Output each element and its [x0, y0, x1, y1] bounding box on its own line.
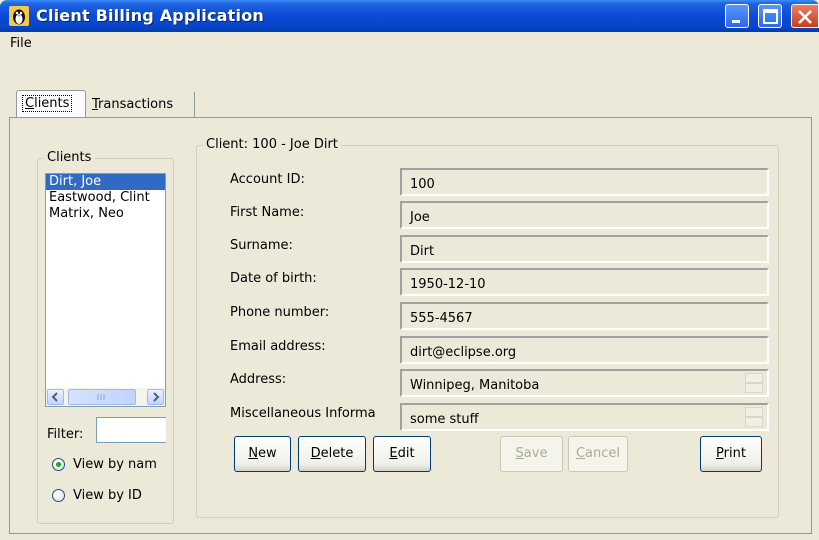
view-by-name-label[interactable]: View by nam [73, 457, 157, 472]
phone-number-label: Phone number: [230, 305, 330, 320]
surname-label: Surname: [230, 238, 293, 253]
scroll-right-icon [153, 392, 160, 402]
misc-info-value: some stuff [410, 412, 479, 427]
account-id-field[interactable]: 100 [400, 168, 769, 196]
close-icon [798, 10, 812, 24]
surname-field[interactable]: Dirt [400, 235, 769, 263]
cancel-button[interactable]: Cancel [568, 436, 628, 472]
misc-info-scroll-arrows[interactable] [745, 407, 763, 427]
filter-input[interactable] [96, 417, 166, 443]
date-of-birth-field[interactable]: 1950-12-10 [400, 268, 769, 296]
grip-icon [97, 394, 105, 400]
tab-clients-label: Clients [22, 95, 73, 112]
delete-button[interactable]: Delete [298, 436, 366, 472]
window-title: Client Billing Application [36, 6, 264, 25]
view-by-id-label[interactable]: View by ID [73, 488, 142, 503]
email-address-field[interactable]: dirt@eclipse.org [400, 336, 769, 364]
misc-info-label: Miscellaneous Informa [230, 406, 376, 421]
edit-button[interactable]: Edit [373, 436, 431, 472]
clients-list[interactable]: Dirt, Joe Eastwood, Clint Matrix, Neo [45, 173, 166, 407]
address-textarea[interactable]: Winnipeg, Manitoba [400, 369, 769, 397]
view-by-id-radio[interactable] [52, 489, 65, 502]
minimize-icon [732, 20, 740, 23]
maximize-button[interactable] [758, 4, 782, 28]
phone-number-field[interactable]: 555-4567 [400, 302, 769, 330]
new-button[interactable]: New [234, 436, 291, 472]
address-scroll-arrows[interactable] [745, 373, 763, 393]
list-item[interactable]: Matrix, Neo [46, 206, 165, 222]
misc-info-textarea[interactable]: some stuff [400, 403, 769, 431]
tab-transactions-label: Transactions [92, 97, 174, 112]
address-label: Address: [230, 372, 287, 387]
view-by-name-radio[interactable] [52, 458, 65, 471]
clients-group-legend: Clients [44, 150, 95, 165]
first-name-label: First Name: [230, 205, 305, 220]
address-value: Winnipeg, Manitoba [410, 378, 540, 393]
maximize-icon [763, 9, 778, 24]
minimize-button[interactable] [725, 4, 749, 28]
email-address-label: Email address: [230, 339, 326, 354]
penguin-app-icon [9, 6, 29, 26]
account-id-label: Account ID: [230, 172, 305, 187]
list-item[interactable]: Eastwood, Clint [46, 190, 165, 206]
first-name-field[interactable]: Joe [400, 201, 769, 229]
date-of-birth-label: Date of birth: [230, 271, 317, 286]
tab-transactions[interactable]: Transactions [87, 92, 195, 118]
tab-clients[interactable]: Clients [16, 90, 86, 118]
scroll-left-button[interactable] [47, 389, 64, 405]
close-button[interactable] [791, 4, 819, 28]
horizontal-scrollbar[interactable] [46, 388, 165, 406]
list-item[interactable]: Dirt, Joe [46, 174, 165, 190]
scroll-right-button[interactable] [147, 389, 164, 405]
title-bar[interactable]: Client Billing Application [0, 0, 819, 32]
print-button[interactable]: Print [700, 436, 762, 472]
client-detail-legend: Client: 100 - Joe Dirt [203, 137, 341, 152]
filter-label: Filter: [47, 427, 84, 442]
menu-bar: File [4, 32, 815, 56]
scroll-thumb[interactable] [68, 389, 136, 405]
save-button[interactable]: Save [500, 436, 563, 472]
scroll-left-icon [51, 392, 58, 402]
menu-file[interactable]: File [10, 36, 32, 51]
